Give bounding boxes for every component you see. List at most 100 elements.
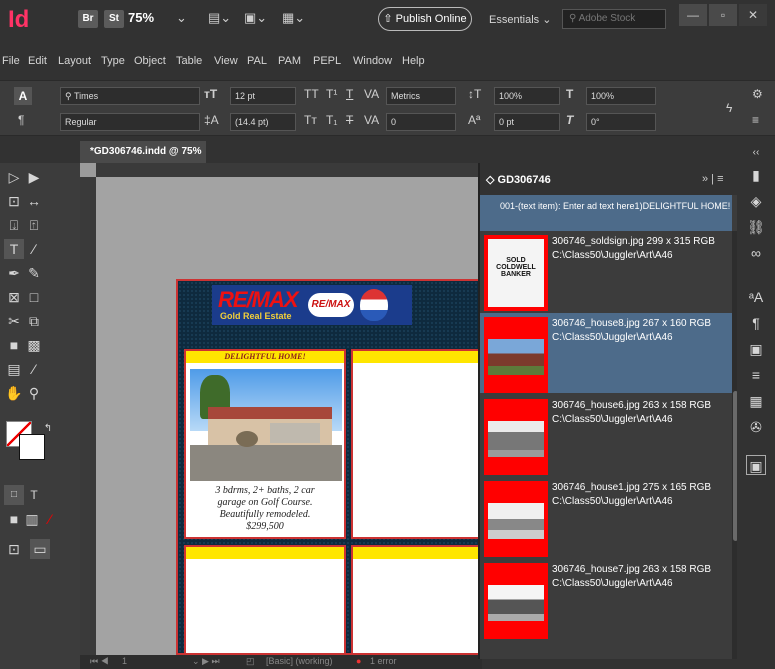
swatches-icon[interactable]: ▦ xyxy=(746,391,766,411)
bridge-button[interactable]: Br xyxy=(78,10,98,28)
character-styles-icon[interactable]: ᵃA xyxy=(746,287,766,307)
apply-none-icon[interactable]: ⁄ xyxy=(40,509,60,529)
arrange-documents-icon[interactable]: ▦⌄ xyxy=(282,10,305,26)
minimize-button[interactable]: — xyxy=(679,4,707,26)
menu-layout[interactable]: Layout xyxy=(58,55,91,67)
gap-tool-icon[interactable]: ↔ xyxy=(24,191,44,211)
skew-field[interactable]: 0° xyxy=(586,113,656,131)
vertical-scale-field[interactable]: 100% xyxy=(494,87,560,105)
menu-type[interactable]: Type xyxy=(101,55,125,67)
page-tool-icon[interactable]: ⊡ xyxy=(4,191,24,211)
font-style-field[interactable]: Regular xyxy=(60,113,200,131)
panel-title[interactable]: ◇ GD306746 xyxy=(486,173,551,186)
preflight-errors[interactable]: 1 error xyxy=(370,656,397,666)
ad-card-empty[interactable] xyxy=(184,545,346,655)
pen-tool-icon[interactable]: ✒ xyxy=(4,263,24,283)
type-tool-icon[interactable]: T xyxy=(4,239,24,259)
small-caps-icon[interactable]: Tт xyxy=(304,113,317,127)
scissors-tool-icon[interactable]: ✂ xyxy=(4,311,24,331)
expand-panels-icon[interactable]: ‹‹ xyxy=(746,143,766,163)
next-page-icon[interactable]: ⌄ ▶ ⏭ xyxy=(192,656,220,667)
strikethrough-icon[interactable]: T xyxy=(346,113,353,127)
selection-tool-icon[interactable]: ▷ xyxy=(4,167,24,187)
rectangle-frame-tool-icon[interactable]: ⊠ xyxy=(4,287,24,307)
maximize-button[interactable]: ▫ xyxy=(709,4,737,26)
list-item-selected[interactable]: 306746_house8.jpg 267 x 160 RGB C:\Class5… xyxy=(480,313,732,393)
document-tab[interactable]: *GD306746.indd @ 75% × xyxy=(80,141,206,179)
content-placer-icon[interactable]: ⍐ xyxy=(24,215,44,235)
menu-file[interactable]: File xyxy=(2,55,20,67)
first-page-icon[interactable]: ⏮ ◀ xyxy=(90,656,109,667)
lightning-icon[interactable]: ϟ xyxy=(726,101,732,115)
menu-pam[interactable]: PAM xyxy=(278,55,301,67)
pencil-tool-icon[interactable]: ✎ xyxy=(24,263,44,283)
paragraph-formatting-icon[interactable]: ¶ xyxy=(18,113,24,127)
menu-help[interactable]: Help xyxy=(402,55,425,67)
stock-button[interactable]: St xyxy=(104,10,124,28)
publish-online-button[interactable]: ⇧ Publish Online xyxy=(378,7,472,31)
menu-pal[interactable]: PAL xyxy=(247,55,267,67)
font-family-field[interactable]: ⚲ Times xyxy=(60,87,200,105)
formatting-container-icon[interactable]: □ xyxy=(4,485,24,505)
normal-view-icon[interactable]: ⊡ xyxy=(4,539,24,559)
list-item[interactable]: SOLD COLDWELL BANKER 306746_soldsign.jpg 2… xyxy=(480,231,732,311)
list-item[interactable]: 306746_house1.jpg 275 x 165 RGB C:\Class5… xyxy=(480,477,732,557)
menu-edit[interactable]: Edit xyxy=(28,55,47,67)
screen-mode-icon[interactable]: ▣⌄ xyxy=(244,10,267,26)
free-transform-tool-icon[interactable]: ⧉ xyxy=(24,311,44,331)
menu-window[interactable]: Window xyxy=(353,55,392,67)
preflight-profile[interactable]: [Basic] (working) xyxy=(266,656,333,666)
apply-gradient-icon[interactable]: ▥ xyxy=(22,509,42,529)
baseline-shift-field[interactable]: 0 pt xyxy=(494,113,560,131)
chain-icon[interactable]: ∞ xyxy=(746,243,766,263)
preview-mode-icon[interactable]: ▭ xyxy=(30,539,50,559)
zoom-tool-icon[interactable]: ⚲ xyxy=(24,383,44,403)
menu-view[interactable]: View xyxy=(214,55,238,67)
menu-object[interactable]: Object xyxy=(134,55,166,67)
open-page-icon[interactable]: ◰ xyxy=(246,656,255,667)
remax-logo-banner[interactable]: RE/MAX Gold Real Estate RE/MAX xyxy=(212,285,412,325)
character-formatting-icon[interactable]: A xyxy=(14,87,32,105)
color-icon[interactable]: ✇ xyxy=(746,417,766,437)
page-number-field[interactable]: 1 xyxy=(122,656,127,666)
all-caps-icon[interactable]: TT xyxy=(304,87,319,101)
list-item[interactable]: 306746_house6.jpg 263 x 158 RGB C:\Class5… xyxy=(480,395,732,475)
note-tool-icon[interactable]: ▤ xyxy=(4,359,24,379)
workspace-switcher[interactable]: Essentials ⌄ xyxy=(489,13,551,26)
apply-color-icon[interactable]: ■ xyxy=(4,509,24,529)
underline-icon[interactable]: T xyxy=(346,87,353,101)
zoom-level[interactable]: 75% xyxy=(128,10,154,25)
paragraph-styles-icon[interactable]: ¶ xyxy=(746,313,766,333)
subscript-icon[interactable]: T₁ xyxy=(326,113,337,127)
leading-field[interactable]: (14.4 pt) xyxy=(230,113,296,131)
align-icon[interactable]: ≡ xyxy=(746,365,766,385)
eyedropper-tool-icon[interactable]: ⁄ xyxy=(24,359,44,379)
superscript-icon[interactable]: T¹ xyxy=(326,87,337,101)
pages-icon[interactable]: ▮ xyxy=(746,165,766,185)
content-collector-icon[interactable]: ⍗ xyxy=(4,215,24,235)
ad-card-empty[interactable] xyxy=(351,349,482,539)
gradient-swatch-tool-icon[interactable]: ■ xyxy=(4,335,24,355)
gear-icon[interactable]: ⚙ xyxy=(752,87,763,101)
adobe-stock-search[interactable]: ⚲ Adobe Stock xyxy=(562,9,666,29)
line-tool-icon[interactable]: ∕ xyxy=(24,239,44,259)
menu-table[interactable]: Table xyxy=(176,55,202,67)
kerning-field[interactable]: Metrics xyxy=(386,87,456,105)
ad-card-empty[interactable] xyxy=(351,545,482,655)
close-button[interactable]: ✕ xyxy=(739,4,767,26)
gradient-feather-tool-icon[interactable]: ▩ xyxy=(24,335,44,355)
preflight-panel-icon[interactable]: ▣ xyxy=(746,455,766,475)
font-size-field[interactable]: 12 pt xyxy=(230,87,296,105)
layers-icon[interactable]: ◈ xyxy=(746,191,766,211)
formatting-text-icon[interactable]: T xyxy=(24,485,44,505)
tracking-field[interactable]: 0 xyxy=(386,113,456,131)
panel-menu-icon[interactable]: ≡ xyxy=(752,113,759,127)
chevron-down-icon[interactable]: ⌄ xyxy=(176,10,187,26)
rectangle-tool-icon[interactable]: □ xyxy=(24,287,44,307)
hand-tool-icon[interactable]: ✋ xyxy=(4,383,24,403)
text-wrap-icon[interactable]: ▣ xyxy=(746,339,766,359)
menu-pepl[interactable]: PEPL xyxy=(313,55,341,67)
horizontal-scale-field[interactable]: 100% xyxy=(586,87,656,105)
links-icon[interactable]: ⛓ xyxy=(746,217,766,237)
panel-collapse-icon[interactable]: » | ≡ xyxy=(702,173,724,185)
